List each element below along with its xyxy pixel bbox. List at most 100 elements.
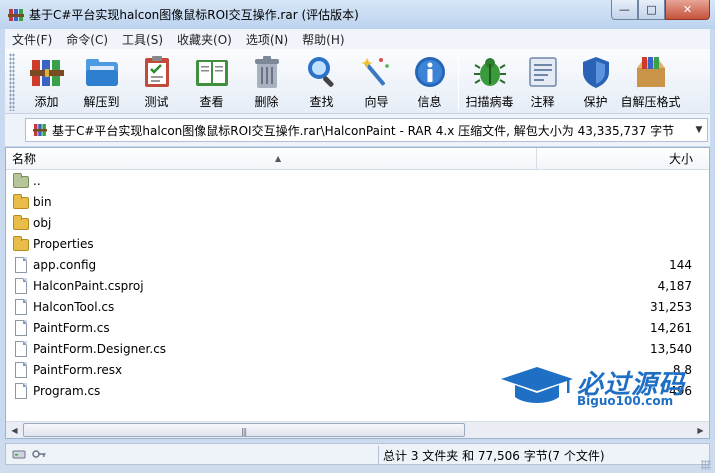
list-item-name: PaintForm.cs [33, 320, 110, 335]
list-item-size: 13,540 [650, 341, 692, 356]
menu-tools[interactable]: 工具(S) [115, 31, 170, 48]
wizard-label: 向导 [364, 95, 389, 109]
wizard-button[interactable]: 向导 [349, 49, 404, 111]
list-item[interactable]: .. [6, 170, 709, 191]
list-item-size: 31,253 [650, 299, 692, 314]
column-name-label: 名称 [12, 152, 37, 166]
protect-label: 保护 [583, 95, 608, 109]
menu-favorites[interactable]: 收藏夹(O) [170, 31, 239, 48]
key-icon[interactable] [32, 448, 46, 460]
folder-icon [13, 235, 29, 251]
folder-icon [13, 214, 29, 230]
delete-label: 删除 [254, 95, 279, 109]
list-item-name: HalconTool.cs [33, 299, 115, 314]
list-item-name: Properties [33, 236, 94, 251]
sfx-button[interactable]: 自解压格式 [620, 49, 681, 111]
virus-scan-button[interactable]: 扫描病毒 [462, 49, 517, 111]
file-icon [15, 298, 27, 315]
path-field[interactable]: 基于C#平台实现halcon图像鼠标ROI交互操作.rar\HalconPain… [25, 118, 708, 142]
path-dropdown-icon[interactable]: ▼ [691, 125, 707, 135]
list-item[interactable]: Properties [6, 233, 709, 254]
list-header: 名称 ▲ 大小 [6, 148, 709, 170]
folder-icon [13, 193, 29, 209]
list-item-name-cell: PaintForm.Designer.cs [6, 340, 537, 357]
file-icon [15, 256, 27, 273]
test-button[interactable]: 测试 [129, 49, 184, 111]
list-item[interactable]: HalconPaint.csproj 4,187 [6, 275, 709, 296]
maximize-button[interactable]: □ [638, 0, 665, 20]
add-button[interactable]: 添加 [19, 49, 74, 111]
menu-commands[interactable]: 命令(C) [59, 31, 115, 48]
file-icon [15, 277, 27, 294]
list-item-size: 4,187 [657, 278, 692, 293]
info-button[interactable]: 信息 [404, 49, 455, 111]
column-name-header[interactable]: 名称 ▲ [6, 148, 537, 169]
horizontal-scrollbar[interactable]: ◀ ||| ▶ [6, 421, 709, 438]
delete-trash-icon [249, 54, 285, 90]
list-item-name-cell: PaintForm.resx [6, 361, 537, 378]
archive-icon [33, 123, 47, 137]
add-books-icon [29, 54, 65, 90]
find-label: 查找 [309, 95, 334, 109]
menu-options[interactable]: 选项(N) [239, 31, 295, 48]
status-bar: 总计 3 文件夹 和 77,506 字节(7 个文件) [0, 441, 715, 473]
list-item-name: PaintForm.resx [33, 362, 123, 377]
close-button[interactable]: ✕ [665, 0, 710, 20]
test-clipboard-icon [139, 54, 175, 90]
list-item[interactable]: app.config 144 [6, 254, 709, 275]
menu-file[interactable]: 文件(F) [5, 31, 59, 48]
list-item[interactable]: PaintForm.Designer.cs 13,540 [6, 338, 709, 359]
menu-bar: 文件(F) 命令(C) 工具(S) 收藏夹(O) 选项(N) 帮助(H) [5, 29, 710, 49]
toolbar-grip[interactable] [9, 53, 15, 111]
path-text: 基于C#平台实现halcon图像鼠标ROI交互操作.rar\HalconPain… [52, 123, 675, 138]
status-summary: 总计 3 文件夹 和 77,506 字节(7 个文件) [383, 449, 605, 463]
toolbar-separator [458, 54, 459, 110]
status-divider [378, 446, 379, 464]
extract-to-button[interactable]: 解压到 [74, 49, 129, 111]
wizard-wand-icon [359, 54, 395, 90]
list-item-name: app.config [33, 257, 97, 272]
scroll-left-icon[interactable]: ◀ [6, 422, 23, 438]
find-button[interactable]: 查找 [294, 49, 349, 111]
column-size-header[interactable]: 大小 [537, 148, 709, 169]
minimize-button[interactable]: — [611, 0, 638, 20]
scroll-grip-icon: ||| [241, 427, 247, 436]
list-item-name-cell: obj [6, 214, 537, 230]
list-item-size: 144 [669, 257, 692, 272]
list-item[interactable]: HalconTool.cs 31,253 [6, 296, 709, 317]
list-item[interactable]: obj [6, 212, 709, 233]
list-item-name: PaintForm.Designer.cs [33, 341, 167, 356]
scroll-right-icon[interactable]: ▶ [692, 422, 709, 438]
watermark-url: Biguo100.com [577, 394, 674, 408]
resize-grip[interactable] [701, 460, 711, 470]
address-bar: 基于C#平台实现halcon图像鼠标ROI交互操作.rar\HalconPain… [5, 114, 710, 146]
comment-button[interactable]: 注释 [517, 49, 568, 111]
extract-to-label: 解压到 [83, 95, 120, 109]
sort-ascending-icon: ▲ [275, 154, 282, 163]
list-item-name: bin [33, 194, 52, 209]
test-label: 测试 [144, 95, 169, 109]
virus-scan-icon [472, 54, 508, 90]
scroll-thumb[interactable]: ||| [23, 423, 465, 437]
protect-button[interactable]: 保护 [568, 49, 623, 111]
delete-button[interactable]: 删除 [239, 49, 294, 111]
list-item-name: obj [33, 215, 52, 230]
view-label: 查看 [199, 95, 224, 109]
comment-icon [525, 54, 561, 90]
list-item-name: HalconPaint.csproj [33, 278, 144, 293]
list-item-name: .. [33, 173, 41, 188]
comment-label: 注释 [530, 95, 555, 109]
list-item-name-cell: bin [6, 193, 537, 209]
winrar-app-icon [8, 7, 24, 23]
list-item-name-cell: HalconPaint.csproj [6, 277, 537, 294]
menu-help[interactable]: 帮助(H) [295, 31, 351, 48]
list-item[interactable]: PaintForm.cs 14,261 [6, 317, 709, 338]
sfx-label: 自解压格式 [620, 95, 681, 109]
sfx-box-icon [633, 54, 669, 90]
list-item[interactable]: bin [6, 191, 709, 212]
toolbar: 添加 解压到 测试 查看 删除 查找 向导 信息 扫描病毒 注释 保护 自解压格… [5, 49, 710, 114]
find-magnifier-icon [304, 54, 340, 90]
view-button[interactable]: 查看 [184, 49, 239, 111]
drive-icon[interactable] [12, 448, 26, 460]
extract-folder-icon [84, 54, 120, 90]
